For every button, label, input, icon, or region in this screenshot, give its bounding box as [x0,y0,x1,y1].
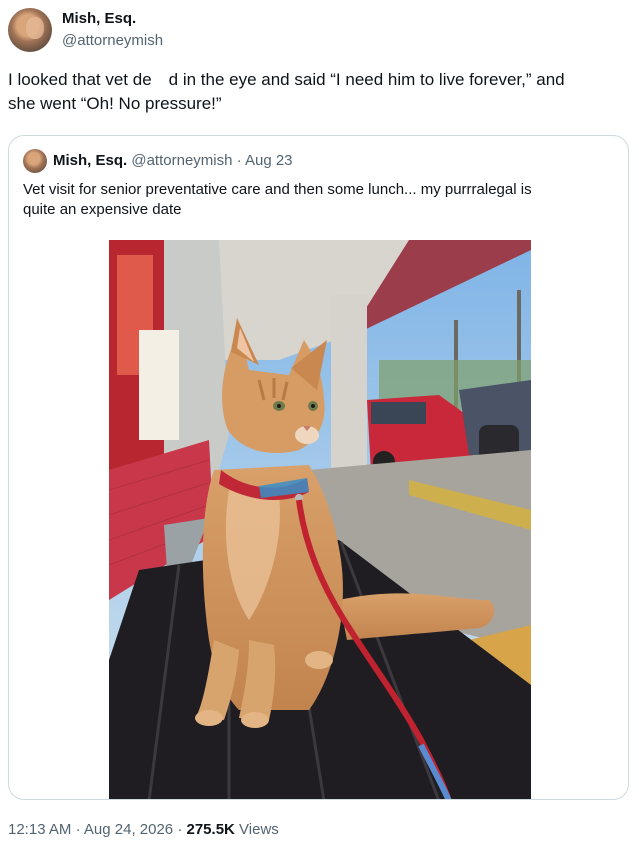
quoted-text-line-1: Vet visit for senior preventative care a… [23,181,532,198]
quoted-tweet-card[interactable]: Mish, Esq. @attorneymish · Aug 23 Vet vi… [8,135,629,800]
quoted-author-handle[interactable]: @attorneymish [131,152,232,169]
tweet-text: I looked that vet de d in the eye and sa… [8,68,633,116]
quoted-header: Mish, Esq. @attorneymish · Aug 23 [53,152,293,169]
footer-separator-1: · [75,821,81,838]
author-avatar[interactable] [8,8,52,52]
tweet-time[interactable]: 12:13 AM [8,821,71,838]
quoted-text-line-2: quite an expensive date [23,201,182,218]
quoted-text: Vet visit for senior preventative care a… [23,180,608,220]
author-name[interactable]: Mish, Esq. [62,10,136,27]
tweet-text-line-1: I looked that vet de d in the eye and sa… [8,70,565,89]
tweet-footer: 12:13 AM · Aug 24, 2026 · 275.5K Views [8,821,279,838]
quoted-author-avatar[interactable] [23,149,47,173]
views-label[interactable]: Views [239,821,279,838]
tweet-text-line-2: she went “Oh! No pressure!” [8,94,222,113]
quoted-separator: · [236,152,242,169]
quoted-date[interactable]: Aug 23 [245,152,293,169]
views-count[interactable]: 275.5K [187,821,235,838]
author-handle[interactable]: @attorneymish [62,32,163,49]
quoted-author-name[interactable]: Mish, Esq. [53,152,127,169]
cat-photo-illustration [109,240,531,799]
cat-photo[interactable] [109,240,531,799]
tweet-date[interactable]: Aug 24, 2026 [84,821,173,838]
